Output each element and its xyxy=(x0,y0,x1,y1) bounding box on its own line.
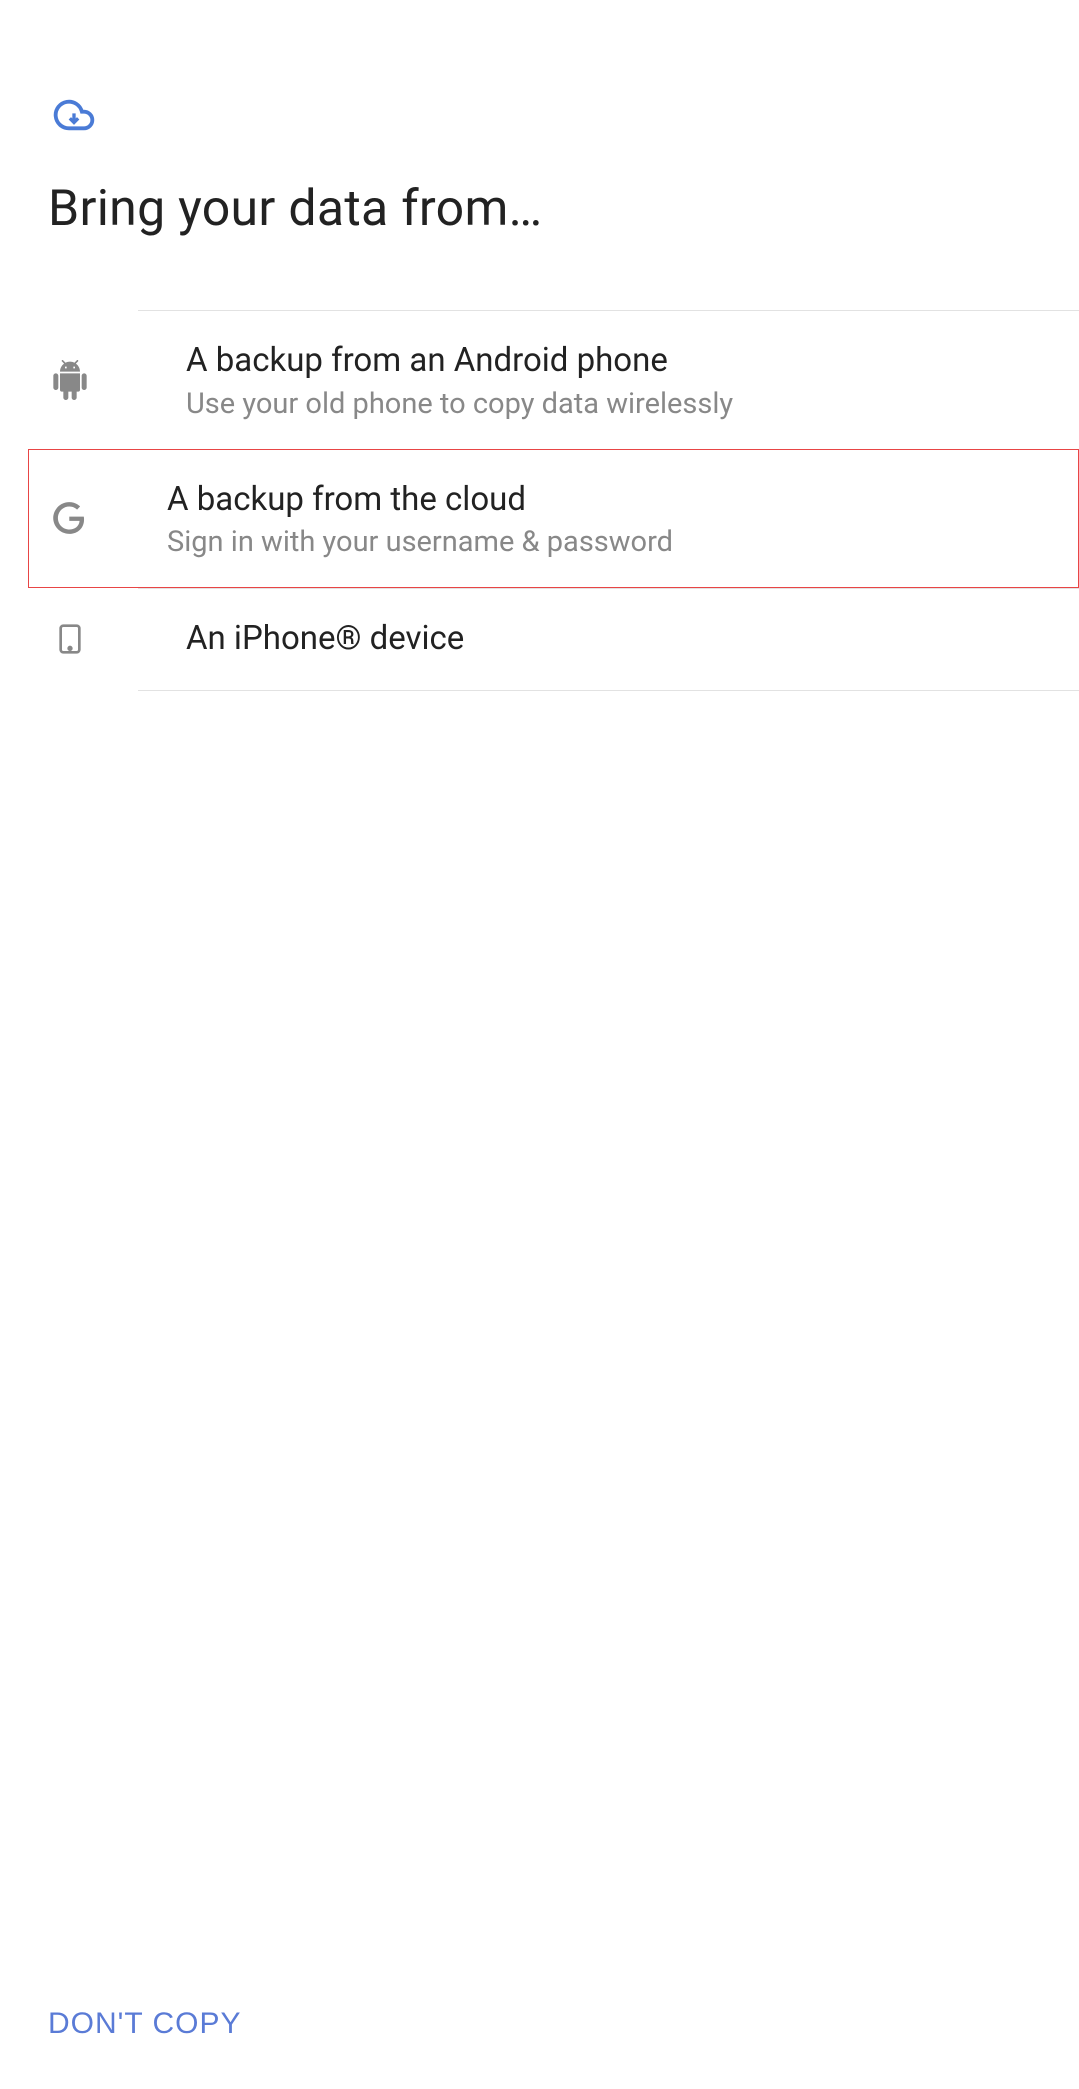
android-icon xyxy=(48,358,92,402)
option-android-backup[interactable]: A backup from an Android phone Use your … xyxy=(138,310,1079,449)
option-title: An iPhone® device xyxy=(186,617,464,662)
page-title: Bring your data from… xyxy=(48,180,542,238)
options-list: A backup from an Android phone Use your … xyxy=(0,310,1079,691)
cloud-download-icon xyxy=(48,95,100,135)
option-cloud-backup[interactable]: A backup from the cloud Sign in with you… xyxy=(28,449,1079,589)
option-subtitle: Sign in with your username & password xyxy=(167,525,673,559)
option-title: A backup from an Android phone xyxy=(186,339,733,384)
option-iphone[interactable]: An iPhone® device xyxy=(138,588,1079,691)
option-subtitle: Use your old phone to copy data wireless… xyxy=(186,387,733,421)
option-title: A backup from the cloud xyxy=(167,478,673,523)
phone-icon xyxy=(48,617,92,661)
footer: DON'T COPY xyxy=(0,1959,1079,2089)
dont-copy-button[interactable]: DON'T COPY xyxy=(48,2007,242,2041)
google-g-icon xyxy=(47,496,91,540)
